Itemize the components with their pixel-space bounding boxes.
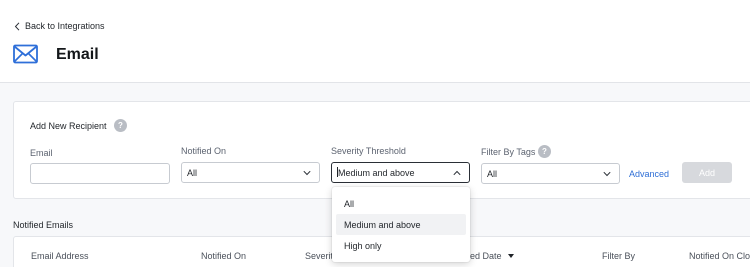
severity-threshold-value: Medium and above [338, 168, 415, 178]
notified-emails-title: Notified Emails [13, 220, 74, 230]
email-label: Email [30, 148, 53, 158]
dropdown-option-high-only[interactable]: High only [336, 235, 466, 256]
chevron-down-icon [603, 171, 611, 176]
column-header-date-label: ed Date [470, 251, 502, 261]
filter-by-tags-value: All [487, 168, 498, 179]
email-input[interactable] [30, 163, 170, 184]
column-header-notified-on-close[interactable]: Notified On Clos [689, 250, 750, 262]
dropdown-option-medium-and-above[interactable]: Medium and above [336, 214, 466, 235]
help-icon[interactable]: ? [538, 145, 551, 158]
column-header-severity[interactable]: Severit [305, 250, 333, 262]
severity-threshold-dropdown: All Medium and above High only [332, 187, 470, 262]
chevron-down-icon [303, 170, 311, 175]
column-header-notified-on[interactable]: Notified On [201, 250, 246, 262]
column-header-email-address[interactable]: Email Address [31, 250, 89, 262]
sort-descending-icon [507, 254, 514, 258]
envelope-icon [13, 44, 38, 64]
filter-by-tags-label: Filter By Tags [481, 147, 536, 157]
severity-threshold-select[interactable]: Medium and above [331, 162, 470, 183]
page-title: Email [56, 46, 99, 63]
column-header-date[interactable]: ed Date [470, 250, 514, 262]
chevron-up-icon [453, 170, 461, 175]
column-header-filter-by[interactable]: Filter By [602, 250, 635, 262]
help-icon[interactable]: ? [114, 119, 127, 132]
notified-on-value: All [187, 167, 198, 178]
add-recipient-title: Add New Recipient [30, 121, 107, 131]
notified-on-label: Notified On [181, 146, 227, 156]
chevron-left-icon [14, 21, 20, 31]
notified-on-select[interactable]: All [181, 162, 320, 183]
dropdown-option-all[interactable]: All [336, 193, 466, 214]
filter-by-tags-select[interactable]: All [481, 163, 620, 184]
add-button[interactable]: Add [682, 162, 732, 183]
back-to-integrations-link[interactable]: Back to Integrations [14, 19, 105, 33]
severity-threshold-label: Severity Threshold [331, 146, 406, 156]
back-link-label: Back to Integrations [25, 21, 105, 31]
advanced-link[interactable]: Advanced [629, 168, 669, 180]
